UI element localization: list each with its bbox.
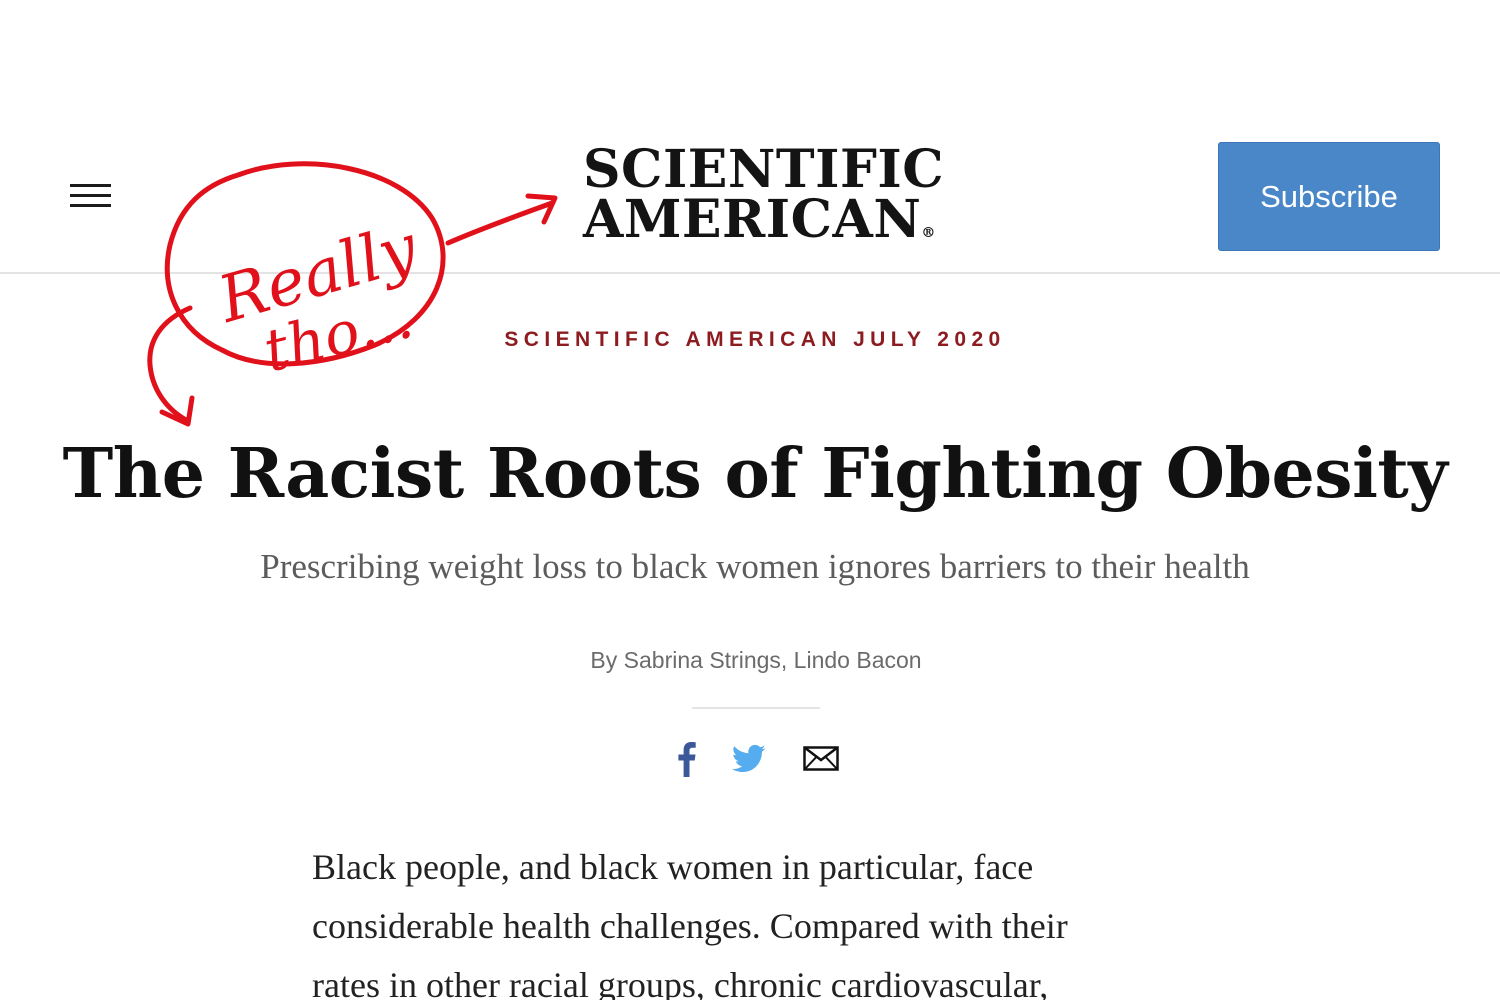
article-headline: The Racist Roots of Fighting Obesity [62, 434, 1448, 514]
menu-bar [70, 194, 111, 197]
header-divider [0, 272, 1500, 274]
arrow-to-kicker [147, 305, 193, 423]
site-logo[interactable]: SCIENTIFIC AMERICAN® [583, 139, 945, 258]
twitter-icon[interactable] [732, 744, 766, 774]
issue-kicker[interactable]: SCIENTIFIC AMERICAN JULY 2020 [0, 328, 1500, 352]
article-dek: Prescribing weight loss to black women i… [260, 547, 1250, 586]
article-byline: By Sabrina Strings, Lindo Bacon [590, 647, 922, 673]
logo-line-1: SCIENTIFIC [583, 139, 945, 200]
menu-bar [70, 204, 111, 207]
byline-divider [692, 707, 820, 709]
email-icon[interactable] [803, 746, 839, 771]
logo-line-2-text: AMERICAN [583, 189, 922, 250]
registered-mark: ® [921, 225, 936, 241]
menu-bar [70, 184, 111, 187]
article-body: Black people, and black women in particu… [312, 838, 1172, 1000]
facebook-icon[interactable] [673, 741, 699, 777]
site-header: SCIENTIFIC AMERICAN® Subscribe [0, 0, 1500, 272]
body-line: Black people, and black women in particu… [312, 847, 1034, 887]
subscribe-button[interactable]: Subscribe [1218, 142, 1440, 251]
body-line: considerable health challenges. Compared… [312, 906, 1068, 946]
logo-line-2: AMERICAN® [583, 194, 943, 258]
body-line: rates in other racial groups, chronic ca… [312, 965, 1049, 1000]
arrow-head-kicker [159, 395, 195, 427]
hamburger-menu-icon[interactable] [66, 178, 116, 214]
